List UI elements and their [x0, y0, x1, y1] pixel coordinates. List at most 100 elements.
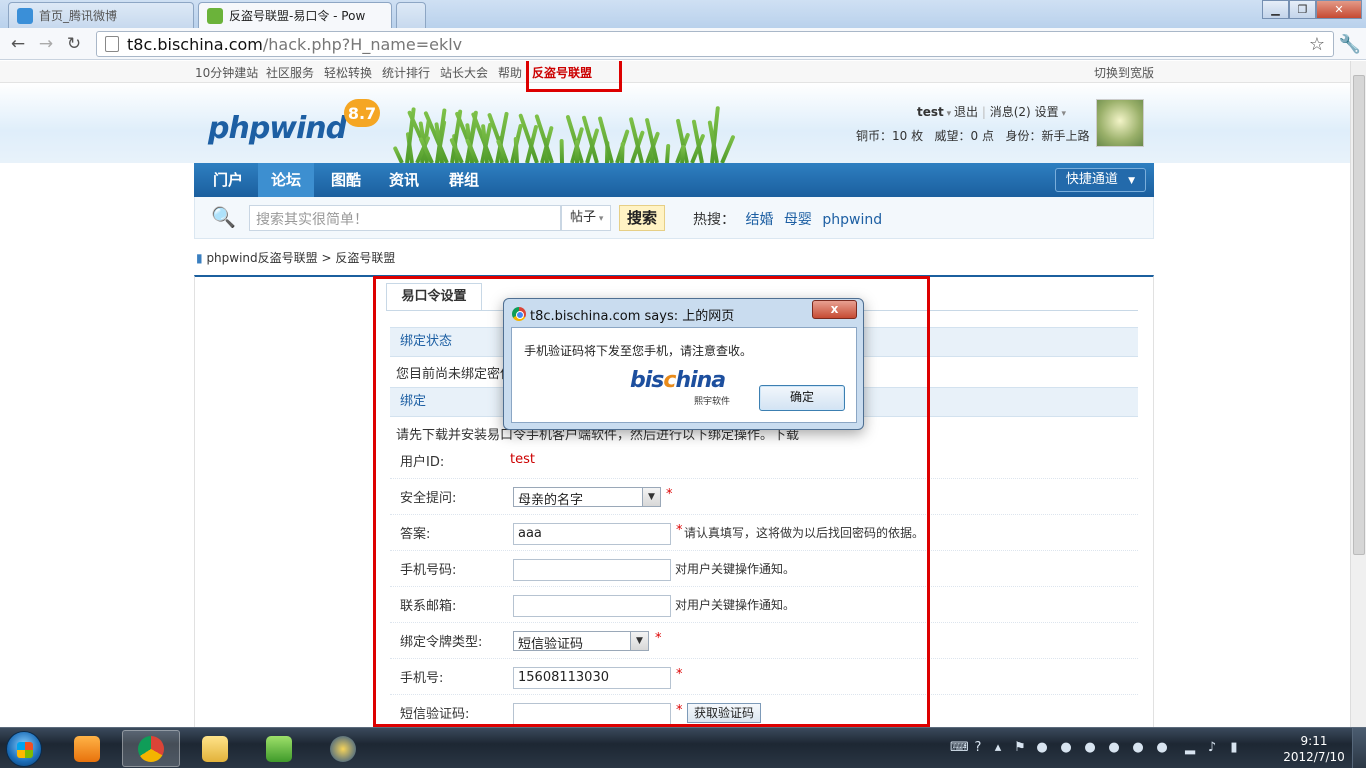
- caret-down-icon: ▾: [596, 214, 604, 224]
- breadcrumb-item[interactable]: phpwind反盗号联盟: [206, 251, 317, 265]
- tab-label: 反盗号联盟-易口令 - Pow: [229, 9, 366, 23]
- page-scrollbar[interactable]: [1350, 61, 1366, 727]
- prestige: 威望：0 点: [934, 129, 994, 143]
- grass-blade: [720, 134, 736, 163]
- qq-icon[interactable]: ●: [1082, 740, 1098, 756]
- search-type-label: 帖子: [570, 210, 597, 225]
- chrome-icon: [512, 307, 526, 321]
- volume-icon[interactable]: ♪: [1204, 740, 1220, 756]
- main-nav: 门户 论坛 图酷 资讯 群组 快捷通道 ▼: [194, 163, 1154, 197]
- show-desktop-button[interactable]: [1352, 728, 1366, 768]
- nav-item-news[interactable]: 资讯: [378, 163, 430, 197]
- username-link[interactable]: test: [917, 105, 944, 119]
- identity: 身份：新手上路: [1005, 129, 1090, 143]
- qq-icon[interactable]: ●: [1034, 740, 1050, 756]
- topbar-link-build-site[interactable]: 10分钟建站: [195, 64, 258, 81]
- topbar-link-convert[interactable]: 轻松转换: [324, 64, 372, 81]
- power-icon[interactable]: ▮: [1226, 740, 1242, 756]
- nav-item-forum[interactable]: 论坛: [258, 163, 314, 197]
- back-icon[interactable]: ←: [8, 34, 28, 54]
- qq-icon[interactable]: ●: [1058, 740, 1074, 756]
- topbar-link-help[interactable]: 帮助: [498, 64, 522, 81]
- close-window-button[interactable]: ✕: [1316, 0, 1362, 19]
- breadcrumb-flag-icon: ▮: [196, 251, 203, 265]
- url-host: t8c.bischina.com: [127, 34, 263, 54]
- highlight-frame-link: [526, 61, 622, 92]
- grass-blade: [665, 143, 671, 163]
- qq-icon[interactable]: ●: [1154, 740, 1170, 756]
- browser-titlebar: 首页_腾讯微博 反盗号联盟-易口令 - Pow ▁ ❐ ✕: [0, 0, 1366, 28]
- caret-down-icon: ▾: [1058, 109, 1066, 119]
- caret-down-icon: ▼: [1128, 176, 1135, 186]
- windows-taskbar: ⌨ ? ▴ ⚑ ● ● ● ● ● ● ▂ ♪ ▮ 9:11 2012/7/10: [0, 727, 1366, 768]
- breadcrumb-separator: >: [321, 251, 332, 265]
- hot-search-label: 热搜：: [693, 212, 735, 228]
- start-button[interactable]: [6, 731, 42, 767]
- site-topbar: 10分钟建站 社区服务 轻松转换 统计排行 站长大会 帮助 反盗号联盟 切换到宽…: [0, 61, 1350, 83]
- folder-icon: [202, 735, 228, 762]
- breadcrumb-item[interactable]: 反盗号联盟: [335, 251, 395, 265]
- minimize-button[interactable]: ▁: [1262, 0, 1289, 19]
- hot-keyword[interactable]: phpwind: [822, 212, 882, 228]
- app-icon: [330, 735, 356, 762]
- messages-link[interactable]: 消息(2): [990, 105, 1031, 119]
- taskbar-app[interactable]: [314, 730, 372, 767]
- show-hidden-icons-icon[interactable]: ▴: [990, 740, 1006, 756]
- logo-version-badge: 8.7: [344, 99, 380, 127]
- keyboard-icon[interactable]: ⌨: [950, 740, 969, 756]
- tab-tencent-weibo[interactable]: 首页_腾讯微博: [8, 2, 194, 28]
- help-icon[interactable]: ?: [970, 740, 986, 756]
- settings-link[interactable]: 设置: [1035, 105, 1059, 119]
- dialog-title: t8c.bischina.com says: 上的网页: [530, 309, 735, 324]
- taskbar-clock[interactable]: 9:11 2012/7/10: [1280, 733, 1348, 765]
- grass-blade: [559, 138, 564, 163]
- avatar[interactable]: [1096, 99, 1144, 147]
- browser-toolbar: ← → ↻ t8c.bischina.com /hack.php?H_name=…: [0, 28, 1366, 60]
- qq-icon[interactable]: ●: [1130, 740, 1146, 756]
- search-input[interactable]: 搜索其实很简单！: [249, 205, 561, 231]
- logout-link[interactable]: 退出: [954, 105, 978, 119]
- chrome-icon: [138, 735, 164, 762]
- dialog-close-button[interactable]: x: [812, 300, 857, 319]
- caret-down-icon: ▾: [943, 109, 955, 119]
- nav-item-portal[interactable]: 门户: [202, 163, 254, 197]
- dialog-message: 手机验证码将下发至您手机，请注意查收。: [524, 344, 753, 358]
- topbar-link-services[interactable]: 社区服务: [266, 64, 314, 81]
- site-header: phpwind 8.7 test ▾ 退出 | 消息(2) 设置 ▾ 铜币：10…: [0, 83, 1350, 163]
- grass-blade: [392, 145, 404, 163]
- action-center-flag-icon[interactable]: ⚑: [1012, 740, 1028, 756]
- qq-icon[interactable]: ●: [1106, 740, 1122, 756]
- dialog-ok-button[interactable]: 确定: [759, 385, 845, 411]
- nav-item-gallery[interactable]: 图酷: [318, 163, 374, 197]
- topbar-link-wide-mode[interactable]: 切换到宽版: [1094, 64, 1154, 81]
- breadcrumb: ▮ phpwind反盗号联盟 > 反盗号联盟: [196, 249, 395, 266]
- taskbar-chrome[interactable]: [122, 730, 180, 767]
- hot-keyword[interactable]: 母婴: [784, 212, 812, 228]
- wrench-icon[interactable]: 🔧: [1339, 34, 1361, 55]
- taskbar-explorer[interactable]: [186, 730, 244, 767]
- hot-keyword[interactable]: 结婚: [745, 212, 773, 228]
- bookmark-star-icon[interactable]: ☆: [1307, 34, 1327, 55]
- quick-access-button[interactable]: 快捷通道 ▼: [1054, 168, 1146, 192]
- reload-icon[interactable]: ↻: [64, 34, 84, 54]
- taskbar-messenger[interactable]: [250, 730, 308, 767]
- taskbar-media-player[interactable]: [58, 730, 116, 767]
- new-tab-button[interactable]: [396, 2, 426, 28]
- maximize-button[interactable]: ❐: [1289, 0, 1316, 19]
- phpwind-logo[interactable]: phpwind: [208, 111, 347, 146]
- messenger-icon: [266, 735, 292, 762]
- address-bar[interactable]: t8c.bischina.com /hack.php?H_name=eklv: [96, 31, 1334, 57]
- grass-blade: [575, 140, 579, 163]
- topbar-link-conference[interactable]: 站长大会: [440, 64, 488, 81]
- topbar-link-stats[interactable]: 统计排行: [382, 64, 430, 81]
- scrollbar-thumb[interactable]: [1353, 75, 1365, 555]
- search-type-select[interactable]: 帖子 ▾: [561, 205, 611, 231]
- search-button[interactable]: 搜索: [619, 205, 665, 231]
- tab-anti-theft[interactable]: 反盗号联盟-易口令 - Pow: [198, 2, 392, 28]
- page-icon: [105, 36, 119, 52]
- media-player-icon: [74, 735, 100, 762]
- clock-time: 9:11: [1300, 734, 1328, 748]
- forward-icon[interactable]: →: [36, 34, 56, 54]
- network-signal-icon[interactable]: ▂: [1182, 740, 1198, 756]
- nav-item-groups[interactable]: 群组: [436, 163, 492, 197]
